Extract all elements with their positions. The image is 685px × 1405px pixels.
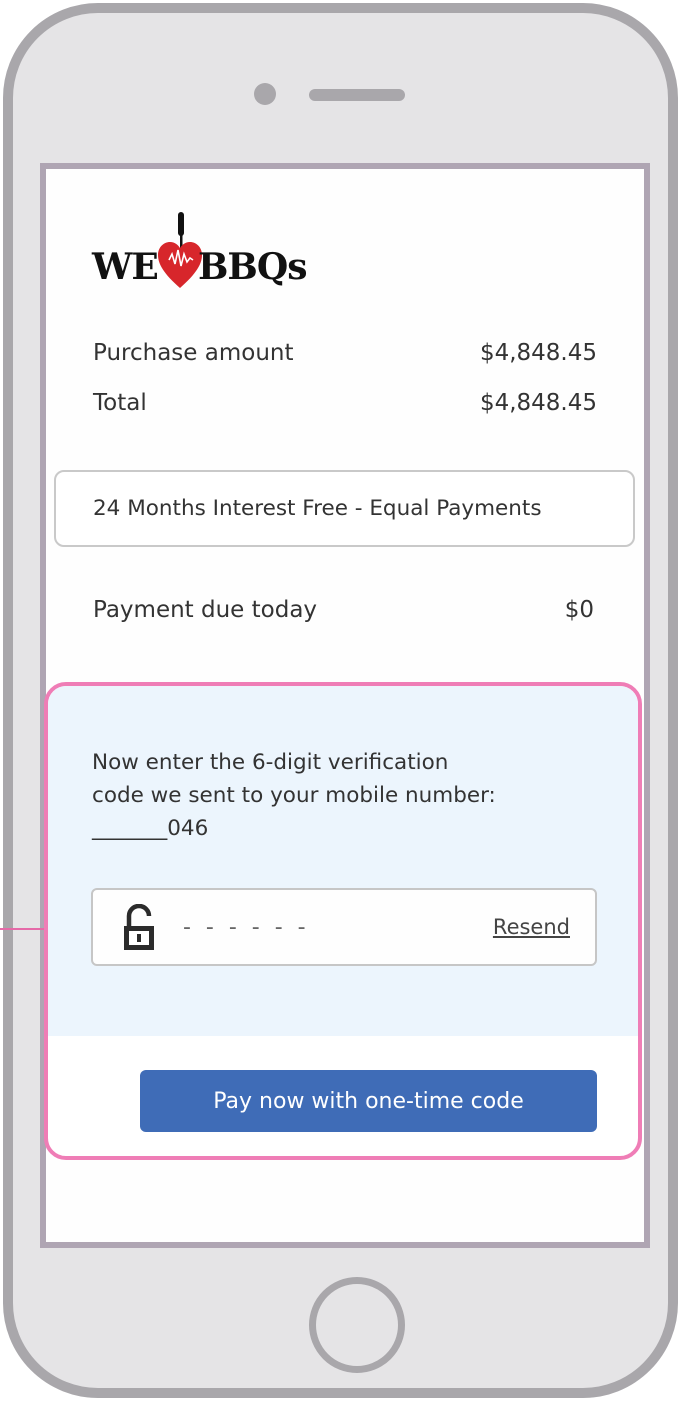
verification-message-line2: code we sent to your mobile number: — [92, 783, 496, 808]
home-button[interactable] — [309, 1277, 405, 1373]
logo-text-right: BBQs — [198, 246, 307, 288]
payment-due-value: $0 — [564, 597, 594, 623]
payment-plan-selector[interactable]: 24 Months Interest Free - Equal Payments — [54, 470, 635, 547]
pay-now-button[interactable]: Pay now with one-time code — [140, 1070, 597, 1132]
verification-code-input[interactable] — [183, 910, 433, 944]
verification-message: Now enter the 6-digit verification code … — [92, 746, 592, 845]
verification-panel — [48, 686, 638, 1036]
purchase-amount-value: $4,848.45 — [479, 340, 597, 366]
front-camera — [254, 83, 276, 105]
brand-logo: WE BBQs — [92, 210, 307, 290]
total-label: Total — [93, 390, 147, 416]
masked-mobile-number: _______046 — [92, 816, 209, 841]
logo-text-left: WE — [92, 246, 159, 288]
purchase-amount-label: Purchase amount — [93, 340, 294, 366]
resend-code-link[interactable]: Resend — [493, 912, 570, 942]
total-value: $4,848.45 — [479, 390, 597, 416]
verification-section: Now enter the 6-digit verification code … — [44, 682, 642, 1160]
earpiece-speaker — [309, 89, 405, 101]
unlocked-padlock-icon — [124, 904, 154, 950]
verification-message-line1: Now enter the 6-digit verification — [92, 750, 449, 775]
bbq-fork-heart-icon — [158, 212, 202, 288]
payment-plan-label: 24 Months Interest Free - Equal Payments — [93, 496, 542, 521]
annotation-connector-line — [0, 928, 50, 930]
payment-due-label: Payment due today — [93, 597, 318, 623]
verification-code-field[interactable]: Resend — [91, 888, 597, 966]
